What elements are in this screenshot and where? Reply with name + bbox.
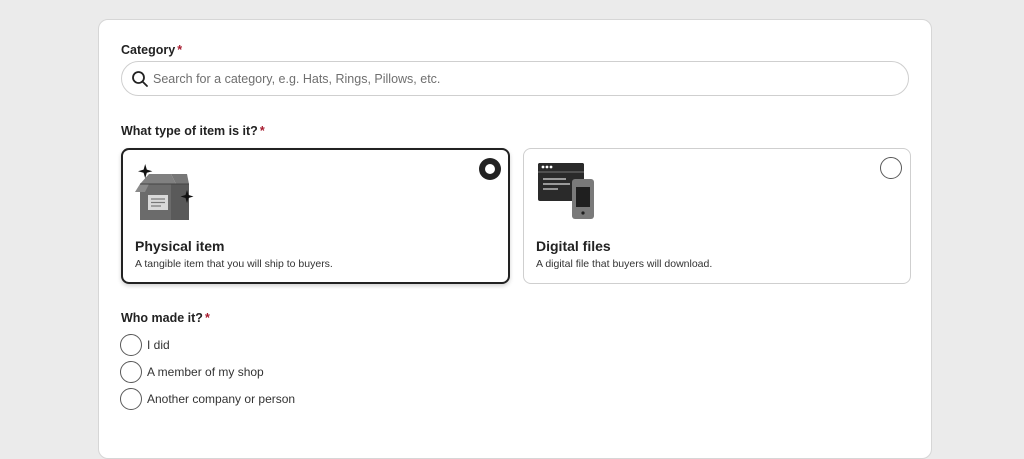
required-asterisk: *: [177, 43, 183, 57]
item-type-label: What type of item is it? *: [121, 124, 265, 138]
category-label-text: Category: [121, 43, 176, 57]
who-made-radio[interactable]: [120, 361, 142, 383]
box-icon: [135, 164, 194, 220]
digital-files-title: Digital files: [536, 238, 611, 254]
required-asterisk: *: [204, 311, 210, 325]
physical-item-description: A tangible item that you will ship to bu…: [135, 258, 333, 270]
physical-item-title: Physical item: [135, 238, 225, 254]
listing-form-card: Category* What type of item is it?*: [98, 19, 932, 459]
category-label: Category *: [121, 43, 182, 57]
who-made-option-label: Another company or person: [147, 392, 296, 406]
search-icon: [132, 71, 148, 87]
digital-files-option[interactable]: Digital files A digital file that buyers…: [523, 148, 911, 284]
devices-icon: [538, 163, 594, 219]
who-made-option-shop-member[interactable]: A member of my shop: [120, 360, 264, 384]
physical-item-option[interactable]: Physical item A tangible item that you w…: [121, 148, 510, 284]
required-asterisk: *: [259, 124, 265, 138]
who-made-label: Who made it? *: [121, 311, 210, 325]
who-made-option-label: A member of my shop: [147, 365, 264, 379]
digital-files-description: A digital file that buyers will download…: [536, 258, 713, 270]
category-search-box[interactable]: [121, 61, 909, 96]
item-type-label-text: What type of item is it?: [121, 124, 258, 138]
who-made-option-another[interactable]: Another company or person: [120, 387, 295, 411]
who-made-option-label: I did: [147, 338, 170, 352]
who-made-option-i-did[interactable]: I did: [120, 333, 170, 357]
digital-files-radio[interactable]: [880, 157, 902, 179]
who-made-label-text: Who made it?: [121, 311, 203, 325]
category-search-input[interactable]: [153, 62, 893, 95]
who-made-radio[interactable]: [120, 388, 142, 410]
who-made-radio[interactable]: [120, 334, 142, 356]
physical-item-radio[interactable]: [479, 158, 501, 180]
